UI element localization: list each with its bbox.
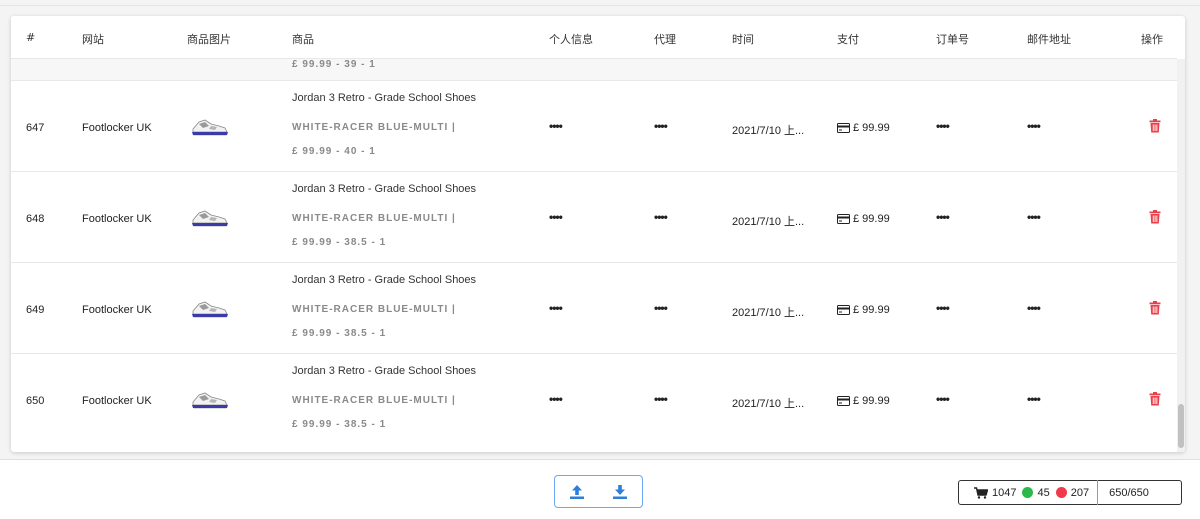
table-row[interactable]: 649 Footlocker UK Jordan 3 Retro - Grade… (11, 263, 1177, 354)
trash-icon[interactable] (1149, 392, 1161, 406)
table-row[interactable]: 647 Footlocker UK Jordan 3 Retro - Grade… (11, 81, 1177, 172)
order-time: 2021/7/10 上... (732, 125, 805, 137)
download-icon[interactable] (610, 482, 630, 502)
upload-icon[interactable] (567, 482, 587, 502)
product-variant: WHITE-RACER BLUE-MULTI | (292, 213, 456, 224)
trash-icon[interactable] (1149, 210, 1161, 224)
payment-cell: £ 99.99 (837, 395, 890, 407)
product-title: Jordan 3 Retro - Grade School Shoes (292, 365, 477, 377)
fail-dot-icon (1055, 487, 1067, 498)
payment-cell: £ 99.99 (837, 122, 890, 134)
vertical-scrollbar[interactable] (1177, 59, 1185, 452)
table-row-partial: £ 99.99 - 39 - 1 (11, 59, 1177, 81)
header-proxy: 代理 (654, 33, 676, 46)
product-variant: WHITE-RACER BLUE-MULTI | (292, 304, 456, 315)
progress-count: 650/650 (1109, 486, 1149, 499)
product-title: Jordan 3 Retro - Grade School Shoes (292, 274, 477, 286)
product-variant: WHITE-RACER BLUE-MULTI | (292, 122, 456, 133)
product-price-line: £ 99.99 - 38.5 - 1 (292, 328, 387, 339)
header-payment: 支付 (837, 33, 859, 46)
workspace: # 网站 商品图片 商品 个人信息 代理 时间 支付 订单号 邮件地址 操作 £… (0, 6, 1200, 459)
product-variant: WHITE-RACER BLUE-MULTI | (292, 395, 456, 406)
site-name: Footlocker UK (82, 304, 152, 316)
email-masked[interactable]: •••• (1027, 392, 1041, 406)
order-id: 650 (26, 395, 45, 407)
product-title: Jordan 3 Retro - Grade School Shoes (292, 92, 477, 104)
import-export-group (554, 475, 643, 508)
header-personal: 个人信息 (549, 33, 593, 46)
partial-price-line: £ 99.99 - 39 - 1 (292, 59, 376, 70)
personal-info-masked[interactable]: •••• (549, 210, 563, 224)
payment-cell: £ 99.99 (837, 213, 890, 225)
order-number-masked[interactable]: •••• (936, 392, 950, 406)
order-time: 2021/7/10 上... (732, 307, 805, 319)
sneaker-thumbnail (187, 207, 231, 229)
table-row[interactable]: 650 Footlocker UK Jordan 3 Retro - Grade… (11, 354, 1177, 445)
order-time: 2021/7/10 上... (732, 216, 805, 228)
cart-icon (974, 486, 988, 499)
order-id: 649 (26, 304, 45, 316)
product-price-line: £ 99.99 - 38.5 - 1 (292, 237, 387, 248)
orders-table-card: # 网站 商品图片 商品 个人信息 代理 时间 支付 订单号 邮件地址 操作 £… (11, 16, 1185, 452)
success-stat: 45 (1022, 486, 1050, 499)
site-name: Footlocker UK (82, 213, 152, 225)
footer-bar: 1047 45 207 650/650 (0, 459, 1200, 519)
proxy-masked[interactable]: •••• (654, 210, 668, 224)
proxy-masked[interactable]: •••• (654, 392, 668, 406)
personal-info-masked[interactable]: •••• (549, 392, 563, 406)
payment-amount: £ 99.99 (853, 304, 890, 316)
fail-count: 207 (1070, 486, 1090, 499)
payment-amount: £ 99.99 (853, 122, 890, 134)
order-id: 648 (26, 213, 45, 225)
cart-count: 1047 (992, 486, 1017, 499)
sneaker-thumbnail (187, 298, 231, 320)
trash-icon[interactable] (1149, 119, 1161, 133)
header-order: 订单号 (936, 33, 969, 46)
table-body: 647 Footlocker UK Jordan 3 Retro - Grade… (11, 81, 1177, 445)
sneaker-thumbnail (187, 116, 231, 138)
header-actions: 操作 (1141, 33, 1163, 46)
site-name: Footlocker UK (82, 122, 152, 134)
product-price-line: £ 99.99 - 40 - 1 (292, 146, 376, 157)
order-number-masked[interactable]: •••• (936, 210, 950, 224)
credit-card-icon (837, 396, 850, 406)
cart-stat: 1047 (974, 487, 1016, 499)
header-site: 网站 (82, 33, 104, 46)
proxy-masked[interactable]: •••• (654, 301, 668, 315)
personal-info-masked[interactable]: •••• (549, 119, 563, 133)
credit-card-icon (837, 214, 850, 224)
status-divider (1097, 480, 1099, 505)
success-dot-icon (1022, 487, 1034, 498)
email-masked[interactable]: •••• (1027, 210, 1041, 224)
trash-icon[interactable] (1149, 301, 1161, 315)
payment-amount: £ 99.99 (853, 395, 890, 407)
payment-amount: £ 99.99 (853, 213, 890, 225)
header-time: 时间 (732, 33, 754, 46)
email-masked[interactable]: •••• (1027, 119, 1041, 133)
scrollbar-thumb[interactable] (1178, 404, 1184, 448)
success-count: 45 (1037, 486, 1050, 499)
sneaker-thumbnail (187, 389, 231, 411)
header-email: 邮件地址 (1027, 33, 1071, 46)
header-product: 商品 (292, 33, 314, 46)
site-name: Footlocker UK (82, 395, 152, 407)
credit-card-icon (837, 123, 850, 133)
personal-info-masked[interactable]: •••• (549, 301, 563, 315)
header-image: 商品图片 (187, 33, 231, 46)
credit-card-icon (837, 305, 850, 315)
status-summary: 1047 45 207 650/650 (958, 480, 1182, 505)
table-header: # 网站 商品图片 商品 个人信息 代理 时间 支付 订单号 邮件地址 操作 (11, 16, 1177, 59)
order-number-masked[interactable]: •••• (936, 119, 950, 133)
order-time: 2021/7/10 上... (732, 398, 805, 410)
product-price-line: £ 99.99 - 38.5 - 1 (292, 419, 387, 430)
order-number-masked[interactable]: •••• (936, 301, 950, 315)
product-title: Jordan 3 Retro - Grade School Shoes (292, 183, 477, 195)
payment-cell: £ 99.99 (837, 304, 890, 316)
header-id: # (26, 31, 36, 44)
proxy-masked[interactable]: •••• (654, 119, 668, 133)
fail-stat: 207 (1055, 486, 1090, 499)
order-id: 647 (26, 122, 45, 134)
email-masked[interactable]: •••• (1027, 301, 1041, 315)
table-row[interactable]: 648 Footlocker UK Jordan 3 Retro - Grade… (11, 172, 1177, 263)
